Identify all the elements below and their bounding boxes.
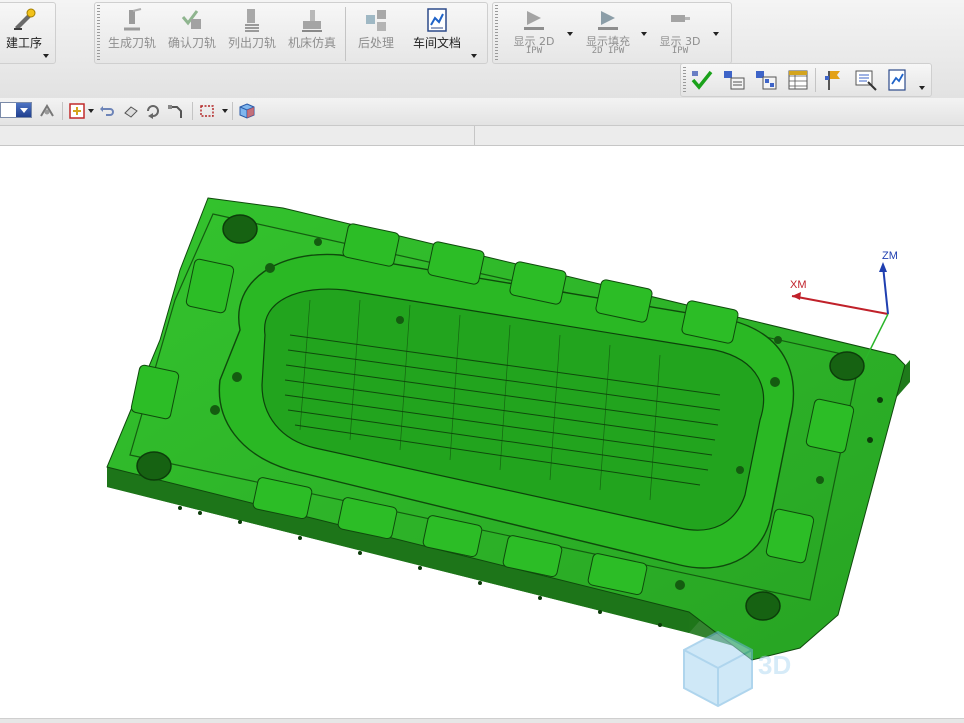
undo-icon[interactable] bbox=[98, 102, 116, 120]
verify-toolpath-label: 确认刀轨 bbox=[167, 36, 216, 50]
ribbon-group-operations: 生成刀轨 确认刀轨 列出刀轨 机床仿真 后处理 车间文档 bbox=[94, 2, 488, 64]
bottom-border bbox=[0, 718, 964, 723]
shop-docs-dropdown[interactable] bbox=[471, 54, 477, 58]
cube-view-icon[interactable] bbox=[238, 102, 256, 120]
list-toolpath-button[interactable]: 列出刀轨 bbox=[225, 7, 279, 61]
selection-box-icon[interactable] bbox=[198, 102, 216, 120]
show-fill-2d-ipw-icon bbox=[598, 11, 618, 30]
postprocess-button[interactable]: 后处理 bbox=[351, 7, 401, 61]
wcs-icon[interactable] bbox=[122, 102, 140, 120]
move-icon[interactable] bbox=[166, 102, 184, 120]
ribbon-group-ipw: 显示 2D IPW 显示填充 2D IPW 显示 3D IPW bbox=[492, 2, 732, 64]
show-2d-ipw-sublabel: IPW bbox=[525, 46, 543, 56]
show-3d-ipw-sublabel: IPW bbox=[671, 46, 689, 56]
create-operation-label: 建工序 bbox=[5, 36, 42, 50]
axis-z-label: ZM bbox=[882, 250, 898, 262]
group-grip[interactable] bbox=[495, 5, 498, 61]
axis-x-label: XM bbox=[790, 279, 807, 291]
show-fill-2d-ipw-dropdown[interactable] bbox=[641, 32, 647, 36]
list-toolpath-icon bbox=[245, 9, 259, 32]
toolbar-separator bbox=[62, 102, 63, 120]
show-fill-2d-ipw-sublabel: 2D IPW bbox=[591, 46, 625, 56]
flag-icon[interactable] bbox=[821, 68, 847, 92]
group-grip[interactable] bbox=[97, 5, 100, 61]
operation-nav-icon[interactable] bbox=[721, 68, 747, 92]
toolbar-separator bbox=[192, 102, 193, 120]
group-grip[interactable] bbox=[683, 67, 686, 93]
snap-point-icon[interactable] bbox=[38, 102, 56, 120]
tool-nav-icon[interactable] bbox=[753, 68, 779, 92]
graphics-window[interactable]: XM ZM 3D bbox=[0, 146, 964, 720]
row2-separator bbox=[815, 68, 816, 92]
model-canvas[interactable]: XM ZM 3D bbox=[0, 146, 964, 720]
generate-toolpath-button[interactable]: 生成刀轨 bbox=[105, 7, 159, 61]
tab-divider bbox=[474, 126, 475, 145]
create-operation-icon bbox=[14, 8, 36, 30]
show-2d-ipw-icon bbox=[524, 11, 544, 30]
selection-box-dropdown[interactable] bbox=[222, 109, 228, 113]
report-icon[interactable] bbox=[885, 68, 911, 92]
verify-toolpath-button[interactable]: 确认刀轨 bbox=[165, 7, 219, 61]
machine-simulate-icon bbox=[302, 10, 322, 32]
filter-dropdown-arrow-icon[interactable] bbox=[16, 103, 31, 117]
filter-dropdown[interactable] bbox=[0, 102, 32, 118]
group-separator bbox=[345, 7, 346, 61]
ribbon-group-insert: 建工序 bbox=[0, 2, 56, 64]
verify-toolpath-icon bbox=[181, 10, 201, 29]
generate-toolpath-icon bbox=[124, 8, 142, 31]
generate-toolpath-label: 生成刀轨 bbox=[107, 36, 156, 50]
shop-docs-icon bbox=[427, 8, 447, 32]
show-3d-ipw-icon bbox=[671, 15, 690, 22]
watermark-text: 3D bbox=[758, 650, 791, 680]
show-3d-ipw-button[interactable]: 显示 3D IPW bbox=[649, 7, 711, 61]
postprocess-label: 后处理 bbox=[357, 36, 394, 50]
row2-overflow-dropdown[interactable] bbox=[919, 86, 925, 90]
render-mode-dropdown[interactable] bbox=[88, 109, 94, 113]
verify-check-icon[interactable] bbox=[689, 68, 715, 92]
create-operation-dropdown[interactable] bbox=[43, 54, 49, 58]
view-select-icon[interactable] bbox=[853, 68, 879, 92]
toolbar-separator bbox=[232, 102, 233, 120]
postprocess-icon bbox=[366, 10, 386, 31]
shop-docs-label: 车间文档 bbox=[412, 36, 461, 50]
render-mode-icon[interactable] bbox=[68, 102, 86, 120]
ribbon-bar: 建工序 生成刀轨 确认刀轨 列出刀轨 机床仿真 后处理 车间文档 显示 2D I… bbox=[0, 0, 964, 99]
machine-simulate-label: 机床仿真 bbox=[287, 36, 336, 50]
show-2d-ipw-button[interactable]: 显示 2D IPW bbox=[503, 7, 565, 61]
feed-table-icon[interactable] bbox=[785, 68, 811, 92]
create-operation-button[interactable]: 建工序 bbox=[1, 7, 47, 61]
list-toolpath-label: 列出刀轨 bbox=[227, 36, 276, 50]
show-3d-ipw-dropdown[interactable] bbox=[713, 32, 719, 36]
shop-docs-button[interactable]: 车间文档 bbox=[405, 7, 469, 61]
machine-simulate-button[interactable]: 机床仿真 bbox=[285, 7, 339, 61]
selection-toolbar bbox=[0, 98, 964, 126]
show-fill-2d-ipw-button[interactable]: 显示填充 2D IPW bbox=[575, 7, 641, 61]
mold-part[interactable] bbox=[106, 197, 910, 661]
rotate-icon[interactable] bbox=[144, 102, 162, 120]
show-2d-ipw-dropdown[interactable] bbox=[567, 32, 573, 36]
tab-strip bbox=[0, 126, 964, 146]
ribbon-row2 bbox=[680, 63, 932, 97]
